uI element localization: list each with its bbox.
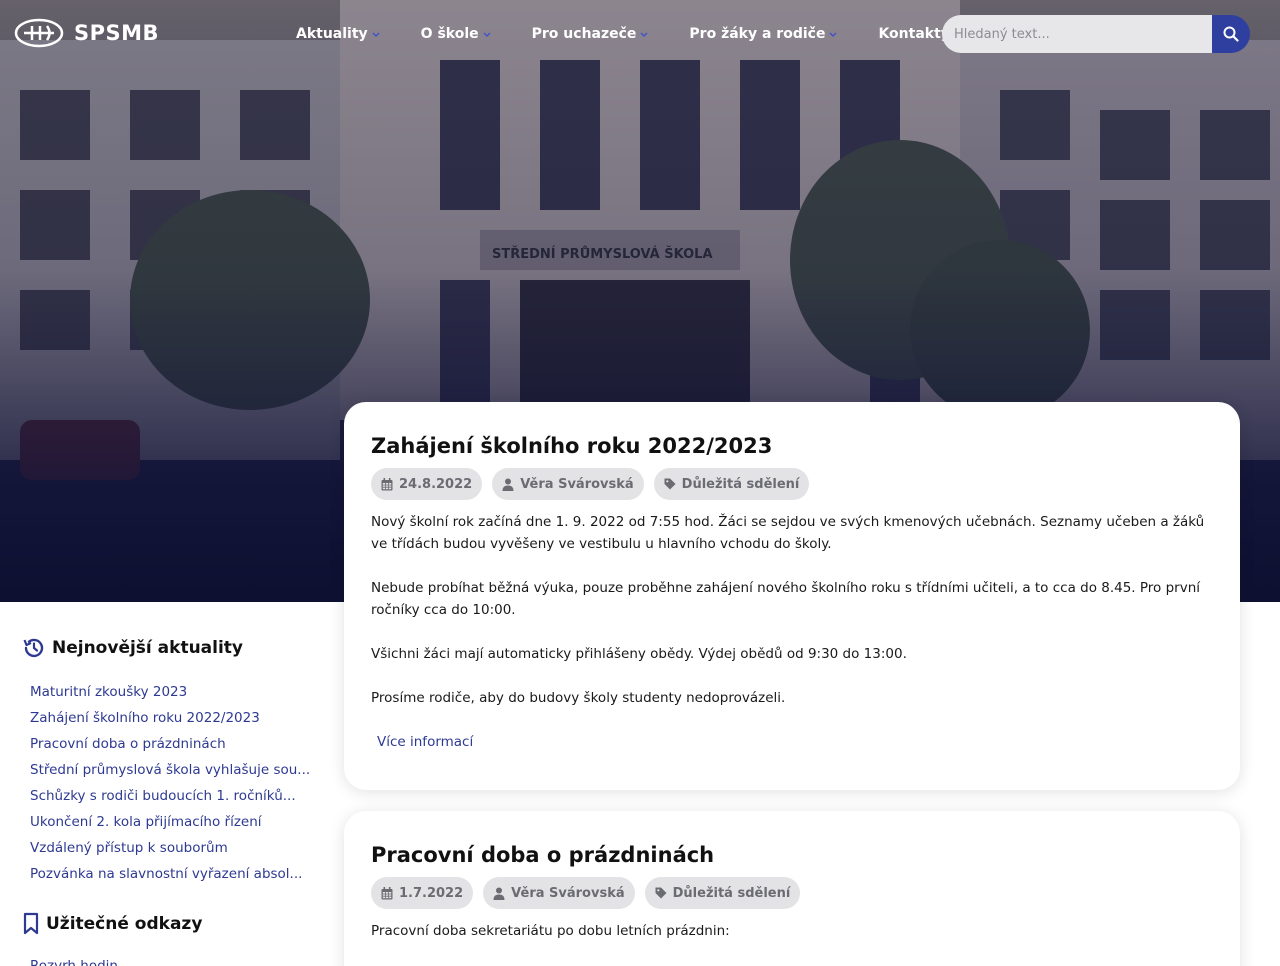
list-item: Pracovní doba o prázdninách [30, 734, 320, 760]
recent-news-link[interactable]: Zahájení školního roku 2022/2023 [30, 708, 312, 728]
calendar-icon [381, 886, 393, 899]
menu-item-label: Kontakty [878, 26, 950, 42]
list-item: Ukončení 2. kola přijímacího řízení [30, 812, 320, 838]
recent-news-heading-label: Nejnovější aktuality [52, 638, 244, 658]
post-date-badge: 1.7.2022 [371, 877, 474, 909]
post-date: 1.7.2022 [399, 885, 464, 901]
main-menu: Aktuality O škole Pro uchazeče Pro žáky … [296, 24, 950, 44]
search-bar [942, 15, 1250, 53]
post-title[interactable]: Zahájení školního roku 2022/2023 [371, 434, 772, 458]
user-icon [502, 478, 514, 491]
post-card: Pracovní doba o prázdninách 1.7.2022 Věr… [344, 811, 1240, 966]
post-author: Věra Svárovská [511, 885, 625, 901]
menu-item-pro-zaky-a-rodice[interactable]: Pro žáky a rodiče [689, 24, 838, 44]
list-item: Schůzky s rodiči budoucích 1. ročníků... [30, 786, 320, 812]
menu-item-label: Pro uchazeče [531, 26, 637, 42]
menu-item-o-skole[interactable]: O škole [421, 24, 492, 44]
post-category: Důležitá sdělení [681, 476, 800, 492]
post-author-badge: Věra Svárovská [483, 877, 635, 909]
chevron-down-icon [829, 32, 837, 37]
useful-link[interactable]: Rozvrh hodin [30, 958, 118, 966]
post-paragraph: Nový školní rok začíná dne 1. 9. 2022 od… [371, 514, 1205, 552]
menu-item-aktuality[interactable]: Aktuality [296, 24, 381, 44]
post-paragraph: Prosíme rodiče, aby do budovy školy stud… [371, 690, 786, 706]
post-meta: 24.8.2022 Věra Svárovská Důležitá sdělen… [371, 468, 810, 500]
post-author: Věra Svárovská [520, 476, 634, 492]
user-icon [493, 887, 505, 900]
recent-news-link[interactable]: Pracovní doba o prázdninách [30, 734, 312, 754]
menu-item-label: Pro žáky a rodiče [689, 26, 826, 42]
useful-links-heading: Užitečné odkazy [22, 912, 202, 936]
post-author-badge: Věra Svárovská [492, 468, 644, 500]
menu-item-label: Aktuality [296, 26, 368, 42]
list-item: Střední průmyslová škola vyhlašuje sou..… [30, 760, 320, 786]
post-paragraph: Všichni žáci mají automaticky přihlášeny… [371, 646, 907, 662]
recent-news-link[interactable]: Maturitní zkoušky 2023 [30, 682, 312, 702]
menu-item-label: O škole [420, 26, 479, 42]
menu-item-pro-uchazece[interactable]: Pro uchazeče [532, 24, 650, 44]
list-item: Pozvánka na slavnostní vyřazení absol... [30, 864, 320, 890]
calendar-icon [381, 477, 393, 490]
search-icon [1223, 26, 1239, 42]
menu-item-kontakty[interactable]: Kontakty [878, 24, 949, 44]
post-paragraph: Pracovní doba sekretariátu po dobu letní… [371, 923, 730, 939]
recent-news-link[interactable]: Pozvánka na slavnostní vyřazení absol... [30, 864, 312, 884]
search-input[interactable] [942, 15, 1214, 53]
recent-news-link[interactable]: Vzdálený přístup k souborům [30, 838, 312, 858]
list-item: Maturitní zkoušky 2023 [30, 682, 320, 708]
recent-news-list: Maturitní zkoušky 2023 Zahájení školního… [30, 682, 320, 890]
recent-news-link[interactable]: Ukončení 2. kola přijímacího řízení [30, 812, 312, 832]
chevron-down-icon [483, 32, 491, 37]
school-logo-icon [14, 18, 64, 48]
tag-icon [664, 478, 676, 490]
post-category: Důležitá sdělení [672, 885, 791, 901]
list-item: Zahájení školního roku 2022/2023 [30, 708, 320, 734]
more-info-link[interactable]: Více informací [377, 731, 473, 753]
post-title[interactable]: Pracovní doba o prázdninách [371, 843, 714, 867]
search-button[interactable] [1212, 15, 1250, 53]
chevron-down-icon [372, 32, 380, 37]
list-item: Vzdálený přístup k souborům [30, 838, 320, 864]
post-card: Zahájení školního roku 2022/2023 24.8.20… [344, 402, 1240, 790]
post-category-badge[interactable]: Důležitá sdělení [653, 468, 810, 500]
recent-news-heading: Nejnovější aktuality [22, 636, 243, 660]
post-date: 24.8.2022 [399, 476, 473, 492]
history-icon [23, 638, 44, 658]
top-navbar: SPSMB Aktuality O škole Pro uchazeče Pro… [0, 0, 1280, 70]
post-meta: 1.7.2022 Věra Svárovská Důležitá sdělení [371, 877, 801, 909]
post-paragraph: Nebude probíhat běžná výuka, pouze probě… [371, 580, 1201, 618]
bookmark-icon [23, 912, 39, 935]
useful-links-heading-label: Užitečné odkazy [46, 914, 203, 934]
brand-name: SPSMB [74, 21, 160, 45]
post-category-badge[interactable]: Důležitá sdělení [644, 877, 801, 909]
recent-news-link[interactable]: Schůzky s rodiči budoucích 1. ročníků... [30, 786, 312, 806]
post-date-badge: 24.8.2022 [371, 468, 483, 500]
recent-news-link[interactable]: Střední průmyslová škola vyhlašuje sou..… [30, 760, 312, 780]
tag-icon [655, 887, 667, 899]
site-logo[interactable]: SPSMB [14, 18, 159, 48]
chevron-down-icon [640, 32, 648, 37]
